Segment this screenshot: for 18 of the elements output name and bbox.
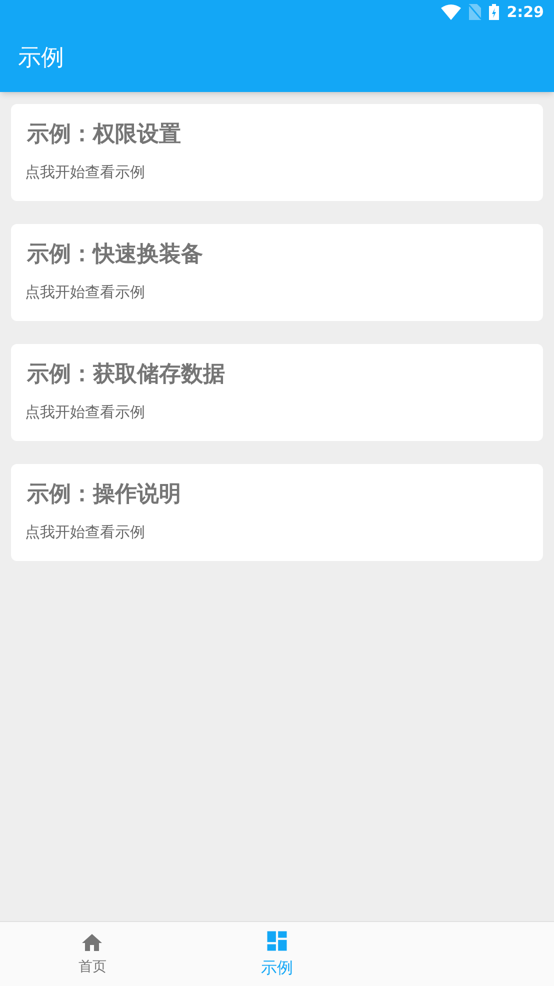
- no-sim-icon: [468, 4, 481, 20]
- example-card[interactable]: 示例：快速换装备 点我开始查看示例: [11, 224, 543, 321]
- card-subtitle: 点我开始查看示例: [25, 162, 146, 182]
- app-bar-title: 示例: [18, 44, 64, 73]
- card-title: 示例：操作说明: [26, 481, 182, 509]
- example-card[interactable]: 示例：操作说明 点我开始查看示例: [11, 464, 543, 561]
- card-title: 示例：快速换装备: [26, 241, 204, 269]
- battery-icon: [488, 4, 499, 20]
- status-time: 2:29: [506, 2, 544, 23]
- example-card[interactable]: 示例：获取储存数据 点我开始查看示例: [11, 344, 543, 441]
- card-subtitle: 点我开始查看示例: [25, 522, 146, 542]
- wifi-icon: [440, 4, 461, 20]
- card-title: 示例：获取储存数据: [26, 361, 226, 389]
- card-subtitle: 点我开始查看示例: [25, 402, 146, 422]
- card-subtitle: 点我开始查看示例: [25, 282, 146, 302]
- card-title: 示例：权限设置: [26, 121, 182, 149]
- nav-tab[interactable]: 首页: [0, 922, 185, 986]
- example-card[interactable]: 示例：权限设置 点我开始查看示例: [11, 104, 543, 201]
